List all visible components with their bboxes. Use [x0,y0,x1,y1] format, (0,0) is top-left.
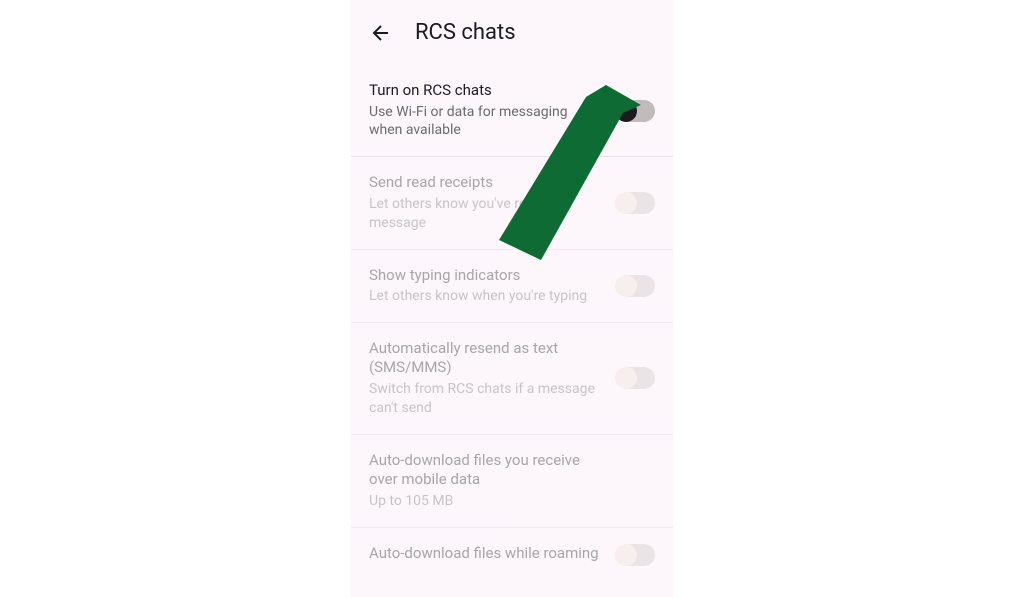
setting-subtitle: Switch from RCS chats if a message can't… [369,380,599,418]
setting-subtitle: Up to 105 MB [369,492,599,511]
setting-subtitle: Use Wi-Fi or data for messaging when ava… [369,103,599,141]
toggle-typing-indicators[interactable] [617,275,655,297]
back-arrow-icon[interactable] [369,21,393,45]
toggle-thumb [615,100,637,122]
setting-text: Send read receipts Let others know you'v… [369,173,599,232]
setting-auto-download-mobile[interactable]: Auto-download files you receive over mob… [351,435,673,528]
setting-typing-indicators[interactable]: Show typing indicators Let others know w… [351,250,673,323]
setting-subtitle: Let others know you've read their messag… [369,195,599,233]
setting-text: Auto-download files while roaming [369,544,599,566]
toggle-read-receipts[interactable] [617,192,655,214]
setting-text: Auto-download files you receive over mob… [369,451,599,511]
setting-title: Auto-download files you receive over mob… [369,451,599,490]
toggle-rcs[interactable] [617,100,655,122]
setting-turn-on-rcs[interactable]: Turn on RCS chats Use Wi-Fi or data for … [351,65,673,157]
setting-title: Automatically resend as text (SMS/MMS) [369,339,599,378]
toggle-auto-download-roaming[interactable] [617,544,655,566]
setting-text: Automatically resend as text (SMS/MMS) S… [369,339,599,418]
setting-title: Show typing indicators [369,266,599,286]
toggle-thumb [615,544,637,566]
settings-screen: RCS chats Turn on RCS chats Use Wi-Fi or… [351,0,673,597]
setting-title: Auto-download files while roaming [369,544,599,564]
setting-title: Turn on RCS chats [369,81,599,101]
setting-text: Show typing indicators Let others know w… [369,266,599,306]
setting-text: Turn on RCS chats Use Wi-Fi or data for … [369,81,599,140]
setting-auto-resend[interactable]: Automatically resend as text (SMS/MMS) S… [351,323,673,435]
toggle-thumb [615,192,637,214]
toggle-auto-resend[interactable] [617,367,655,389]
setting-subtitle: Let others know when you're typing [369,287,599,306]
toggle-thumb [615,367,637,389]
page-title: RCS chats [415,20,516,45]
header: RCS chats [351,0,673,65]
toggle-thumb [615,275,637,297]
setting-read-receipts[interactable]: Send read receipts Let others know you'v… [351,157,673,249]
setting-title: Send read receipts [369,173,599,193]
setting-auto-download-roaming[interactable]: Auto-download files while roaming [351,528,673,582]
